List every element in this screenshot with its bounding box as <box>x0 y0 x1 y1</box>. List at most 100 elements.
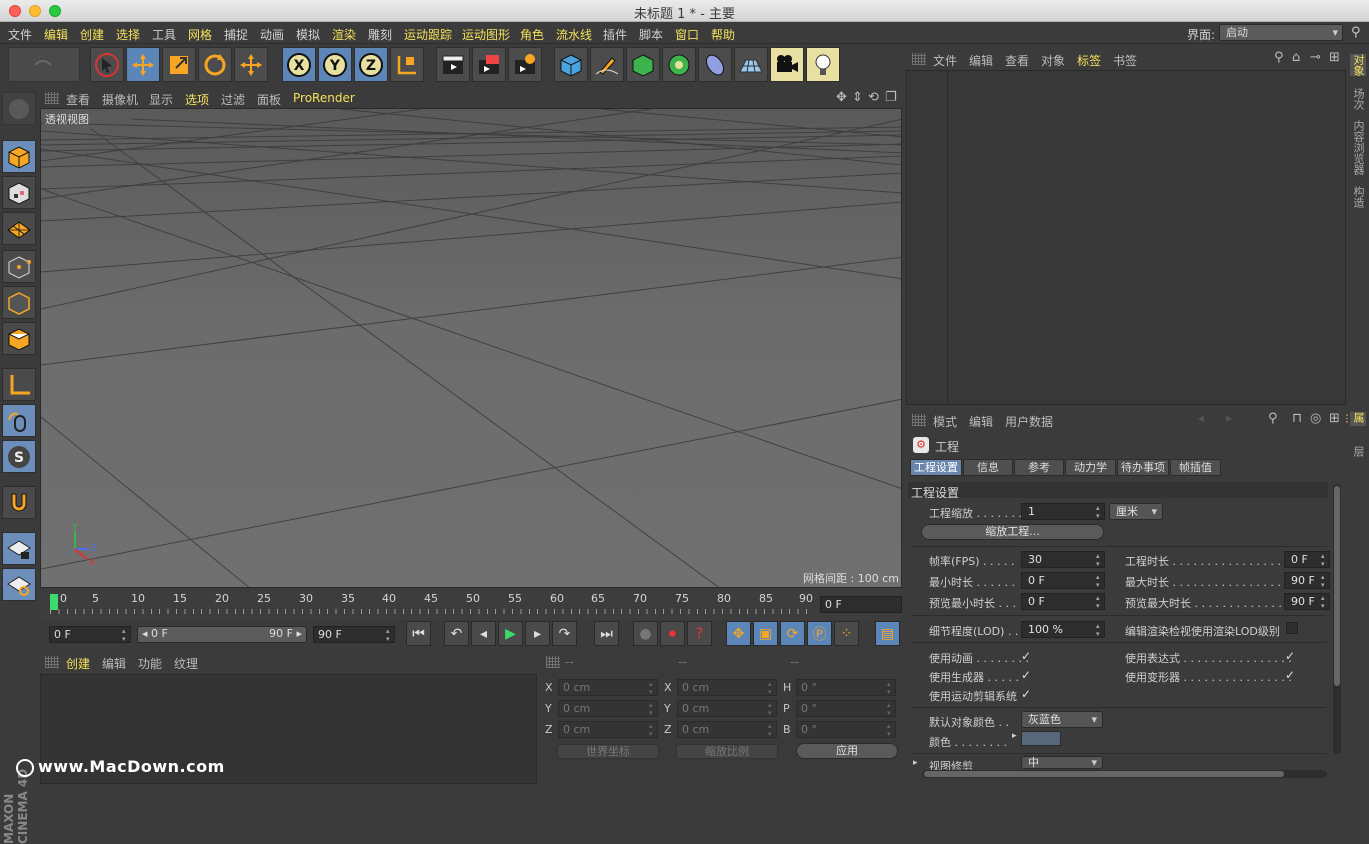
expand-arrow-icon[interactable]: ▸ <box>913 758 918 768</box>
menu-script[interactable]: 脚本 <box>639 26 663 43</box>
undo-redo-button[interactable] <box>8 47 80 82</box>
menu-create[interactable]: 创建 <box>80 26 104 43</box>
floor-button[interactable] <box>734 47 768 82</box>
z-axis-lock-button[interactable]: Z <box>354 47 388 82</box>
current-frame-field[interactable]: 0 F <box>820 596 902 613</box>
prev-frame-button[interactable]: ◂ <box>471 621 496 646</box>
perspective-viewport[interactable]: Y Z X <box>40 108 902 588</box>
menu-file[interactable]: 文件 <box>8 26 32 43</box>
viewport-menu-panel[interactable]: 面板 <box>257 91 281 108</box>
lod-field[interactable]: 100 % <box>1021 621 1105 638</box>
menu-tools[interactable]: 工具 <box>152 26 176 43</box>
scrollbar-thumb[interactable] <box>924 771 1284 777</box>
attr-menu-userdata[interactable]: 用户数据 <box>1005 413 1053 430</box>
world-coords-select[interactable]: 世界坐标 <box>557 744 659 759</box>
subdivision-surface-button[interactable] <box>626 47 660 82</box>
material-menu-edit[interactable]: 编辑 <box>102 655 126 672</box>
drag-handle-icon[interactable] <box>912 414 926 426</box>
key-position-button[interactable]: ✥ <box>726 621 751 646</box>
tab-reference[interactable]: 参考 <box>1014 459 1064 476</box>
viewport-menu-prorender[interactable]: ProRender <box>293 91 355 105</box>
viewport-maximize-icon[interactable]: ❐ <box>885 90 897 105</box>
next-key-button[interactable]: ↷ <box>552 621 577 646</box>
live-select-button[interactable] <box>90 47 124 82</box>
position-x-field[interactable]: 0 cm <box>558 679 658 696</box>
magnet-button[interactable] <box>2 486 36 519</box>
end-frame-field[interactable]: 90 F <box>313 626 395 643</box>
points-mode-button[interactable] <box>2 250 36 283</box>
use-deformers-checkbox[interactable]: ✓ <box>1285 669 1297 681</box>
edges-mode-button[interactable] <box>2 286 36 319</box>
recent-tool-button[interactable] <box>234 47 268 82</box>
menu-plugins[interactable]: 插件 <box>603 26 627 43</box>
render-settings-button[interactable] <box>508 47 542 82</box>
scrollbar-thumb[interactable] <box>1334 486 1340 686</box>
project-scale-unit-select[interactable]: 厘米 <box>1109 503 1163 520</box>
polygons-mode-button[interactable] <box>2 322 36 355</box>
use-animation-checkbox[interactable]: ✓ <box>1021 650 1033 662</box>
viewport-dolly-icon[interactable]: ⇕ <box>852 90 863 105</box>
key-parameter-button[interactable]: Ⓟ <box>807 621 832 646</box>
menu-character[interactable]: 角色 <box>520 26 544 43</box>
object-menu-bookmarks[interactable]: 书签 <box>1113 52 1137 69</box>
workplane-mode-button[interactable] <box>2 212 36 245</box>
playhead-marker[interactable] <box>50 594 58 610</box>
project-time-field[interactable]: 0 F <box>1284 551 1330 568</box>
lock-icon[interactable]: ⊓ <box>1292 411 1302 426</box>
color-swatch[interactable] <box>1021 731 1061 746</box>
tab-attributes[interactable]: 属性 <box>1336 412 1366 426</box>
tweak-mode-button[interactable] <box>2 404 36 437</box>
drag-handle-icon[interactable] <box>45 656 59 668</box>
search-icon[interactable]: ⚲ <box>1268 411 1278 426</box>
cloner-button[interactable] <box>662 47 696 82</box>
tab-content-browser[interactable]: 内容浏览器 <box>1350 120 1366 175</box>
light-button[interactable] <box>806 47 840 82</box>
rotation-b-field[interactable]: 0 ° <box>796 721 896 738</box>
deformer-button[interactable] <box>698 47 732 82</box>
object-list[interactable] <box>906 70 1346 405</box>
key-rotation-button[interactable]: ⟳ <box>780 621 805 646</box>
material-menu-create[interactable]: 创建 <box>66 655 90 672</box>
size-x-field[interactable]: 0 cm <box>677 679 777 696</box>
object-menu-tags[interactable]: 标签 <box>1077 52 1101 69</box>
menu-snap[interactable]: 捕捉 <box>224 26 248 43</box>
object-menu-file[interactable]: 文件 <box>933 52 957 69</box>
forward-arrow-icon[interactable]: ▸ <box>1226 411 1232 425</box>
play-button[interactable]: ▶ <box>498 621 523 646</box>
menu-window[interactable]: 窗口 <box>675 26 699 43</box>
max-time-field[interactable]: 90 F <box>1284 572 1330 589</box>
min-time-field[interactable]: 0 F <box>1021 572 1105 589</box>
viewport-menu-filter[interactable]: 过滤 <box>221 91 245 108</box>
tab-structure[interactable]: 构造 <box>1350 186 1366 208</box>
drag-handle-icon[interactable] <box>45 92 59 104</box>
snap-button[interactable]: S <box>2 440 36 473</box>
pen-spline-button[interactable] <box>590 47 624 82</box>
use-motion-system-checkbox[interactable]: ✓ <box>1021 688 1033 700</box>
key-pla-button[interactable]: ⁘ <box>834 621 859 646</box>
tab-todo[interactable]: 待办事项 <box>1117 459 1169 476</box>
menu-edit[interactable]: 编辑 <box>44 26 68 43</box>
menu-animate[interactable]: 动画 <box>260 26 284 43</box>
back-arrow-icon[interactable]: ◂ <box>1198 411 1204 425</box>
cube-object-button[interactable] <box>554 47 588 82</box>
menu-mesh[interactable]: 网格 <box>188 26 212 43</box>
tab-dynamics[interactable]: 动力学 <box>1065 459 1116 476</box>
rotate-button[interactable] <box>198 47 232 82</box>
lock-workplane-button[interactable] <box>2 532 36 565</box>
menu-mograph[interactable]: 运动图形 <box>462 26 510 43</box>
material-menu-texture[interactable]: 纹理 <box>174 655 198 672</box>
position-z-field[interactable]: 0 cm <box>558 721 658 738</box>
menu-pipeline[interactable]: 流水线 <box>556 26 592 43</box>
timeline-window-button[interactable]: ▤ <box>875 621 900 646</box>
home-icon[interactable]: ⌂ <box>1292 50 1300 65</box>
drag-handle-icon[interactable] <box>912 53 926 65</box>
rotation-p-field[interactable]: 0 ° <box>796 700 896 717</box>
scale-button[interactable] <box>162 47 196 82</box>
menu-sculpt[interactable]: 雕刻 <box>368 26 392 43</box>
move-button[interactable] <box>126 47 160 82</box>
size-z-field[interactable]: 0 cm <box>677 721 777 738</box>
axis-mode-button[interactable] <box>2 368 36 401</box>
preview-max-field[interactable]: 90 F <box>1284 593 1330 610</box>
tab-frame-interpolation[interactable]: 帧插值 <box>1170 459 1221 476</box>
tab-layers[interactable]: 层 <box>1350 446 1366 457</box>
